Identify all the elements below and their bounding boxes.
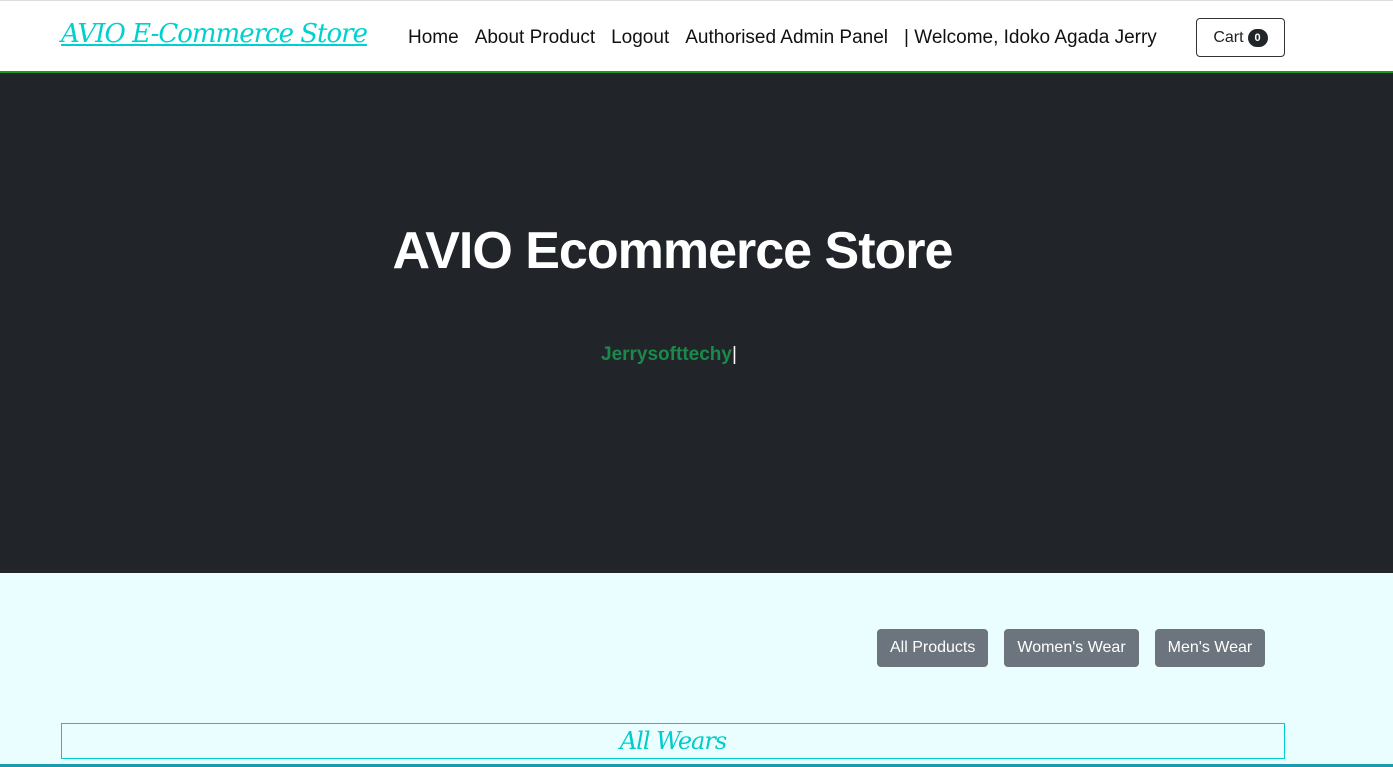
filter-buttons: All Products Women's Wear Men's Wear	[877, 629, 1266, 667]
brand-link[interactable]: AVIO E-Commerce Store	[61, 19, 368, 49]
typing-caret: |	[731, 344, 737, 365]
cart-button[interactable]: Cart 0	[1196, 18, 1285, 57]
filter-womens-wear[interactable]: Women's Wear	[1004, 629, 1139, 667]
nav-about-product[interactable]: About Product	[475, 27, 595, 49]
hero-title: AVIO Ecommerce Store	[392, 222, 954, 280]
filter-all-products[interactable]: All Products	[877, 629, 989, 667]
cart-count-badge: 0	[1247, 28, 1268, 47]
nav-admin-panel[interactable]: Authorised Admin Panel	[685, 27, 888, 49]
hero-banner: AVIO Ecommerce Store Jerrysofttechy|	[0, 73, 1393, 573]
typed-text: Jerrysofttechy|	[601, 344, 737, 366]
typed-word: Jerrysofttechy	[601, 344, 732, 365]
navbar: AVIO E-Commerce Store Home About Product…	[0, 0, 1393, 73]
nav-links: Home About Product Logout Authorised Adm…	[408, 27, 1157, 49]
cart-label: Cart	[1213, 28, 1244, 46]
welcome-text: | Welcome, Idoko Agada Jerry	[904, 27, 1157, 48]
section-title: All Wears	[61, 723, 1285, 759]
filter-mens-wear[interactable]: Men's Wear	[1154, 629, 1266, 667]
nav-home[interactable]: Home	[408, 27, 459, 49]
nav-logout[interactable]: Logout	[611, 27, 669, 49]
